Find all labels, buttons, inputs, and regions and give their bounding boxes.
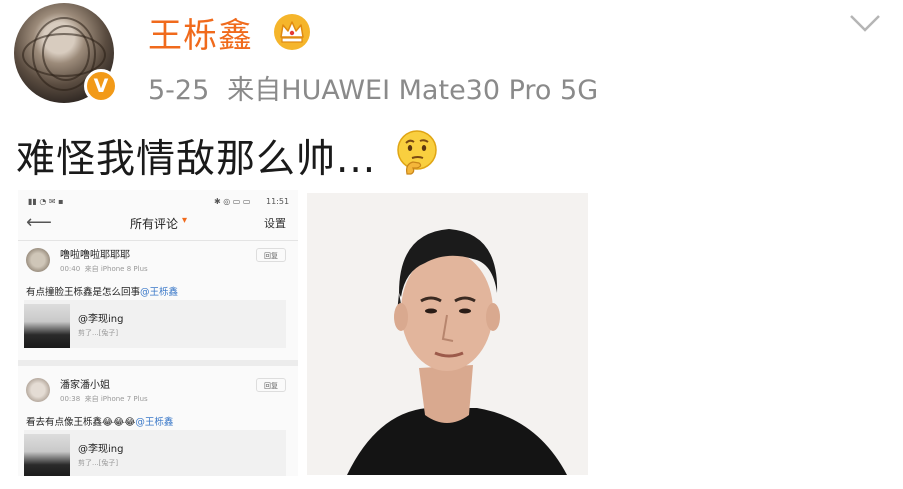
post-source[interactable]: 来自HUAWEI Mate30 Pro 5G	[227, 75, 598, 106]
commenter-avatar[interactable]	[26, 378, 50, 402]
quoted-thumbnail	[24, 304, 70, 348]
quoted-thumbnail	[24, 434, 70, 476]
comment-text: 有点撞脸王栎鑫是怎么回事@王栎鑫	[26, 284, 178, 298]
username[interactable]: 王栎鑫	[148, 8, 253, 57]
back-arrow-icon[interactable]: ⟵	[26, 212, 52, 233]
commenter-name[interactable]: 噜啦噜啦耶耶耶	[60, 246, 130, 261]
comment-text: 看去有点像王栎鑫😂😂😂@王栎鑫	[26, 414, 173, 428]
reply-button[interactable]: 回复	[256, 248, 286, 262]
post-meta: 5-25 来自HUAWEI Mate30 Pro 5G	[148, 68, 598, 107]
portrait-illustration	[307, 193, 588, 475]
comment-time: 00:40	[60, 265, 81, 273]
comment-meta: 00:38 来自 iPhone 7 Plus	[60, 394, 148, 404]
chevron-down-icon[interactable]	[848, 12, 882, 34]
quoted-post-card[interactable]: @李现ing 剪了...[兔子]	[24, 300, 286, 348]
post-date: 5-25	[148, 75, 210, 106]
status-icons-left: ▮▮ ◔ ✉ ▪	[28, 197, 64, 206]
reply-button[interactable]: 回复	[256, 378, 286, 392]
comment-screenshot-image[interactable]: ▮▮ ◔ ✉ ▪ ✱ ◎ ▭ ▭ 11:51 ⟵ 所有评论 ▾ 设置 噜啦噜啦耶…	[18, 190, 298, 476]
quoted-handle: @李现ing	[78, 444, 124, 455]
quoted-subtext: 剪了...[兔子]	[78, 329, 119, 337]
comment-body: 看去有点像王栎鑫😂😂😂	[26, 417, 136, 428]
commenter-avatar[interactable]	[26, 248, 50, 272]
comment-meta: 00:40 来自 iPhone 8 Plus	[60, 264, 148, 274]
settings-link[interactable]: 设置	[264, 215, 286, 231]
commenter-name[interactable]: 潘家潘小姐	[60, 376, 110, 391]
verified-badge: V	[84, 69, 118, 103]
divider	[18, 240, 298, 241]
crown-icon	[274, 14, 310, 50]
quoted-post-card[interactable]: @李现ing 剪了...[兔子]	[24, 430, 286, 476]
comment-device: 来自 iPhone 8 Plus	[84, 265, 148, 273]
quoted-handle: @李现ing	[78, 314, 124, 325]
comment-device: 来自 iPhone 7 Plus	[84, 395, 148, 403]
nav-title[interactable]: 所有评论	[130, 215, 178, 232]
quoted-subtext: 剪了...[兔子]	[78, 459, 119, 467]
post-text: 难怪我情敌那么帅...	[16, 137, 377, 182]
mention-link[interactable]: @王栎鑫	[135, 417, 173, 428]
status-time: 11:51	[266, 197, 290, 206]
chevron-down-icon[interactable]: ▾	[182, 215, 187, 226]
status-icons-right: ✱ ◎ ▭ ▭	[214, 197, 251, 206]
avatar-container[interactable]: V	[14, 3, 120, 103]
comment-body: 有点撞脸王栎鑫是怎么回事	[26, 287, 141, 298]
portrait-photo[interactable]	[307, 193, 588, 475]
comment-time: 00:38	[60, 395, 81, 403]
thinking-emoji-icon	[397, 130, 437, 175]
comment-separator	[18, 360, 298, 366]
mention-link[interactable]: @王栎鑫	[140, 287, 178, 298]
comments-nav-bar: ⟵ 所有评论 ▾ 设置	[18, 210, 298, 234]
